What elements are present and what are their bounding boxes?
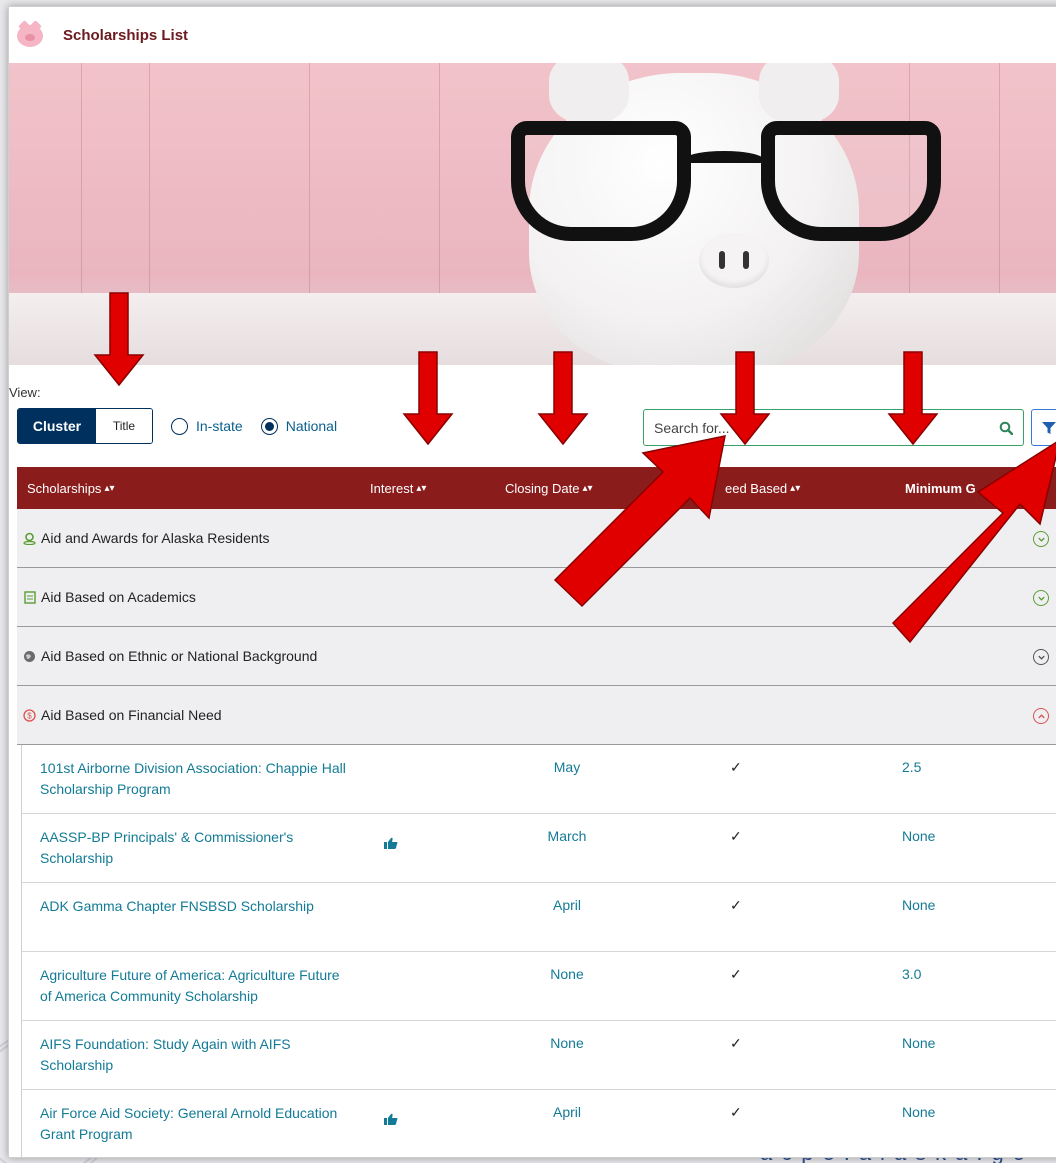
chevron-down-icon[interactable] [1033,649,1049,665]
table-header: Scholarships ▴▾ Interest ▴▾ Closing Date ▴▾… [17,467,1056,509]
title-toggle-button[interactable]: Title [96,409,152,443]
scholarship-link[interactable]: AIFS Foundation: Study Again with AIFS S… [40,1034,350,1076]
need-based-check-icon: ✓ [730,1104,742,1120]
need-based-check-icon: ✓ [730,828,742,844]
category-label: Aid Based on Ethnic or National Backgrou… [41,648,318,664]
sort-icon: ▴▾ [790,482,801,494]
minimum-gpa: 3.0 [902,966,922,982]
radio-checked-icon [260,417,278,435]
page-title: Scholarships List [63,26,189,44]
table-row: Agriculture Future of America: Agricultu… [22,952,1056,1021]
thumbs-up-icon [384,836,398,852]
table-row: ADK Gamma Chapter FNSBSD Scholarship Apr… [22,883,1056,952]
need-based-check-icon: ✓ [730,1035,742,1051]
sort-icon: ▴▾ [416,482,427,494]
thumbs-up-icon [384,1112,398,1128]
chevron-down-icon[interactable] [1033,531,1049,547]
search-box [643,409,1024,446]
radio-unchecked-icon [171,417,188,435]
location-pin-icon [23,532,36,545]
header-need-based[interactable]: eed Based ▴▾ [725,467,800,509]
category-row-academics[interactable]: Aid Based on Academics [17,568,1056,627]
closing-date: None [550,1035,584,1051]
view-label: View: [9,385,41,400]
category-label: Aid Based on Financial Need [41,707,222,723]
hero-image [9,63,1056,365]
scholarship-link[interactable]: AASSP-BP Principals' & Commissioner's Sc… [40,827,350,869]
cluster-toggle-button[interactable]: Cluster [18,409,96,443]
table-row: AIFS Foundation: Study Again with AIFS S… [22,1021,1056,1090]
need-based-check-icon: ✓ [730,897,742,913]
title-bar: Scholarships List [9,7,1056,63]
closing-date: None [550,966,584,982]
scholarships-panel: Scholarships List View: Cluster Title In… [8,6,1056,1158]
closing-date: May [553,759,581,775]
need-based-check-icon: ✓ [730,759,742,775]
minimum-gpa: None [902,1104,936,1120]
filter-button[interactable] [1031,409,1056,446]
scholarship-link[interactable]: Agriculture Future of America: Agricultu… [40,965,350,1007]
need-based-check-icon: ✓ [730,966,742,982]
sort-icon: ▴▾ [104,482,115,494]
svg-text:$: $ [27,711,32,720]
globe-icon [23,650,36,663]
category-label: Aid and Awards for Alaska Residents [41,530,270,546]
scholarship-link[interactable]: 101st Airborne Division Association: Cha… [40,758,350,800]
minimum-gpa: None [902,828,936,844]
header-closing-date[interactable]: Closing Date ▴▾ [505,467,592,509]
scholarships-table: Scholarships ▴▾ Interest ▴▾ Closing Date ▴▾… [17,467,1056,1157]
closing-date: March [547,828,587,844]
filter-icon [1042,421,1056,434]
category-row-alaska-residents[interactable]: Aid and Awards for Alaska Residents [17,509,1056,568]
table-row: Air Force Aid Society: General Arnold Ed… [22,1090,1056,1157]
table-row: 101st Airborne Division Association: Cha… [22,745,1056,814]
dollar-icon: $ [23,708,36,722]
table-row: AASSP-BP Principals' & Commissioner's Sc… [22,814,1056,883]
minimum-gpa: None [902,1035,936,1051]
instate-radio-label: In-state [196,418,243,434]
piggy-bank-icon [15,20,45,50]
search-icon[interactable] [989,421,1023,435]
view-controls: Cluster Title In-state National [17,408,337,444]
category-row-financial-need[interactable]: $ Aid Based on Financial Need [17,686,1056,745]
closing-date: April [552,1104,581,1120]
chevron-up-icon[interactable] [1033,708,1049,724]
category-label: Aid Based on Academics [41,589,196,605]
academics-icon [23,590,36,604]
scholarship-link[interactable]: ADK Gamma Chapter FNSBSD Scholarship [40,896,350,917]
chevron-down-icon[interactable] [1033,590,1049,606]
header-interest[interactable]: Interest ▴▾ [370,467,426,509]
scholarship-link[interactable]: Air Force Aid Society: General Arnold Ed… [40,1103,350,1145]
national-radio[interactable]: National [260,417,338,435]
minimum-gpa: 2.5 [902,759,922,775]
instate-radio[interactable]: In-state [171,417,243,435]
search-input[interactable] [644,410,989,445]
header-minimum-gpa[interactable]: Minimum G [905,467,976,509]
view-toggle: Cluster Title [17,408,153,444]
closing-date: April [552,897,581,913]
minimum-gpa: None [902,897,936,913]
sort-icon: ▴▾ [582,482,593,494]
header-scholarships[interactable]: Scholarships ▴▾ [27,467,114,509]
national-radio-label: National [285,418,338,434]
scholarship-rows: 101st Airborne Division Association: Cha… [21,745,1056,1157]
category-row-ethnic-background[interactable]: Aid Based on Ethnic or National Backgrou… [17,627,1056,686]
